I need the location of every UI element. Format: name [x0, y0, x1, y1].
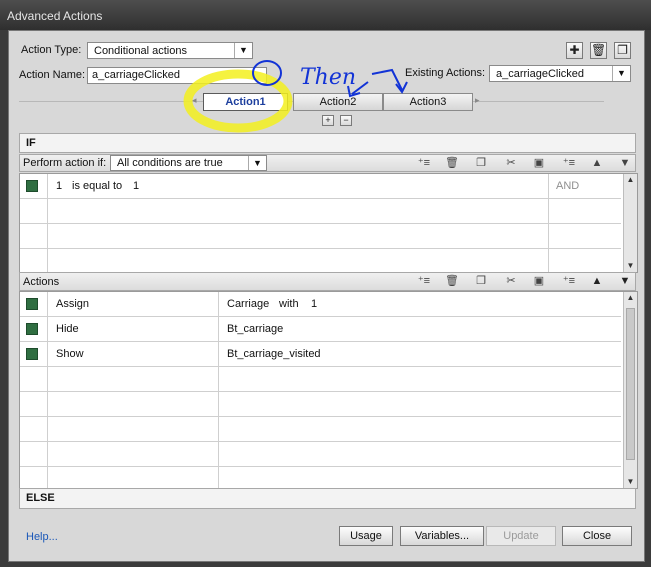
scroll-thumb[interactable]: [626, 308, 635, 460]
insert-row-icon[interactable]: ⁺≡: [562, 275, 576, 288]
tab-scroll-left-icon[interactable]: ◂: [192, 95, 197, 106]
close-button[interactable]: Close: [562, 526, 632, 546]
action-name-value: a_carriageClicked: [92, 69, 181, 81]
scroll-down-icon[interactable]: ▼: [624, 476, 637, 488]
condition-row[interactable]: [20, 199, 621, 224]
tab-action1[interactable]: Action1: [203, 93, 288, 111]
paste-icon[interactable]: ▣: [532, 275, 546, 288]
action-row[interactable]: [20, 367, 621, 392]
action-name-input[interactable]: a_carriageClicked: [87, 67, 267, 84]
if-header: IF: [19, 133, 636, 153]
action-type-select[interactable]: Conditional actions ▼: [87, 42, 253, 59]
trash-icon[interactable]: 🗑: [445, 275, 459, 288]
insert-row-icon[interactable]: ⁺≡: [562, 157, 576, 170]
action-checkbox[interactable]: [26, 323, 38, 335]
action-name-label: Action Name:: [19, 69, 86, 81]
cut-icon[interactable]: ✂: [504, 157, 518, 170]
move-down-icon[interactable]: ▼: [618, 275, 632, 288]
move-up-icon[interactable]: ▲: [590, 157, 604, 170]
condition-operator: is equal to: [72, 180, 123, 192]
existing-actions-select[interactable]: a_carriageClicked ▼: [489, 65, 631, 82]
else-header[interactable]: ELSE: [19, 488, 636, 509]
existing-actions-label: Existing Actions:: [405, 67, 486, 79]
duplicate-icon[interactable]: ❐: [614, 42, 631, 59]
chevron-down-icon: ▼: [248, 156, 266, 170]
paste-icon[interactable]: ▣: [532, 157, 546, 170]
condition-logic: AND: [556, 180, 580, 192]
action-row[interactable]: Assign Carriage with 1: [20, 292, 621, 317]
action-name: Show: [56, 348, 84, 360]
cut-icon[interactable]: ✂: [504, 275, 518, 288]
action-row[interactable]: [20, 417, 621, 442]
title-bar: Advanced Actions: [0, 0, 651, 30]
action-keyword: with: [279, 298, 299, 310]
action-row[interactable]: Show Bt_carriage_visited: [20, 342, 621, 367]
actions-toolbar: Actions ⁺≡ 🗑 ❐ ✂ ▣ ⁺≡ ▲ ▼: [19, 272, 636, 291]
actions-scrollbar[interactable]: ▲ ▼: [623, 292, 637, 488]
remove-tab-icon[interactable]: −: [340, 115, 352, 126]
tab-action3-label: Action3: [409, 96, 447, 108]
action-row[interactable]: [20, 442, 621, 467]
action-name: Assign: [56, 298, 90, 310]
help-link[interactable]: Help...: [26, 531, 58, 543]
action-type-value: Conditional actions: [94, 45, 187, 57]
condition-right: 1: [133, 180, 140, 192]
scroll-down-icon[interactable]: ▼: [624, 260, 637, 272]
condition-row[interactable]: [20, 249, 621, 274]
scroll-up-icon[interactable]: ▲: [624, 174, 637, 186]
chevron-down-icon: ▼: [612, 66, 630, 81]
trash-icon[interactable]: 🗑: [445, 157, 459, 170]
window-title: Advanced Actions: [7, 9, 103, 23]
tab-action2[interactable]: Action2: [293, 93, 383, 111]
action-value: 1: [311, 298, 318, 310]
action-target: Bt_carriage: [227, 323, 284, 335]
action-checkbox[interactable]: [26, 348, 38, 360]
perform-action-select[interactable]: All conditions are true ▼: [110, 155, 267, 171]
action-target: Carriage: [227, 298, 270, 310]
add-row-icon[interactable]: ⁺≡: [417, 157, 431, 170]
tab-scroll-right-icon[interactable]: ▸: [475, 95, 480, 106]
action-row[interactable]: [20, 467, 621, 488]
add-action-icon[interactable]: ✚: [566, 42, 583, 59]
else-header-label: ELSE: [26, 492, 55, 504]
conditions-scrollbar[interactable]: ▲ ▼: [623, 174, 637, 272]
tab-action2-label: Action2: [319, 96, 357, 108]
conditions-grid: 1 is equal to 1 AND ▲ ▼: [19, 173, 638, 273]
trash-icon[interactable]: 🗑: [590, 42, 607, 59]
action-name: Hide: [56, 323, 79, 335]
copy-icon[interactable]: ❐: [474, 275, 488, 288]
actions-header-label: Actions: [23, 276, 60, 288]
condition-row[interactable]: [20, 224, 621, 249]
existing-actions-value: a_carriageClicked: [496, 68, 585, 80]
add-row-icon[interactable]: ⁺≡: [417, 275, 431, 288]
action-row[interactable]: Hide Bt_carriage: [20, 317, 621, 342]
condition-left: 1: [56, 180, 63, 192]
perform-action-value: All conditions are true: [117, 157, 223, 169]
condition-toolbar: Perform action if: All conditions are tr…: [19, 154, 636, 172]
tab-action1-label: Action1: [225, 96, 266, 108]
copy-icon[interactable]: ❐: [474, 157, 488, 170]
advanced-actions-window: Advanced Actions Action Type: Conditiona…: [0, 0, 651, 567]
update-button[interactable]: Update: [486, 526, 556, 546]
if-header-label: IF: [26, 137, 36, 149]
move-down-icon[interactable]: ▼: [618, 157, 632, 170]
variables-button[interactable]: Variables...: [400, 526, 484, 546]
usage-button[interactable]: Usage: [339, 526, 393, 546]
action-checkbox[interactable]: [26, 298, 38, 310]
move-up-icon[interactable]: ▲: [590, 275, 604, 288]
tab-action3[interactable]: Action3: [383, 93, 473, 111]
actions-grid: Assign Carriage with 1 Hide Bt_carriage …: [19, 291, 638, 489]
perform-action-label: Perform action if:: [23, 157, 107, 169]
action-target: Bt_carriage_visited: [227, 348, 321, 360]
chevron-down-icon: ▼: [234, 43, 252, 58]
dialog-body: Action Type: Conditional actions ▼ ✚ 🗑 ❐…: [8, 30, 645, 562]
condition-checkbox[interactable]: [26, 180, 38, 192]
scroll-up-icon[interactable]: ▲: [624, 292, 637, 304]
add-tab-icon[interactable]: +: [322, 115, 334, 126]
action-type-label: Action Type:: [21, 44, 82, 56]
action-row[interactable]: [20, 392, 621, 417]
condition-row[interactable]: 1 is equal to 1 AND: [20, 174, 621, 199]
